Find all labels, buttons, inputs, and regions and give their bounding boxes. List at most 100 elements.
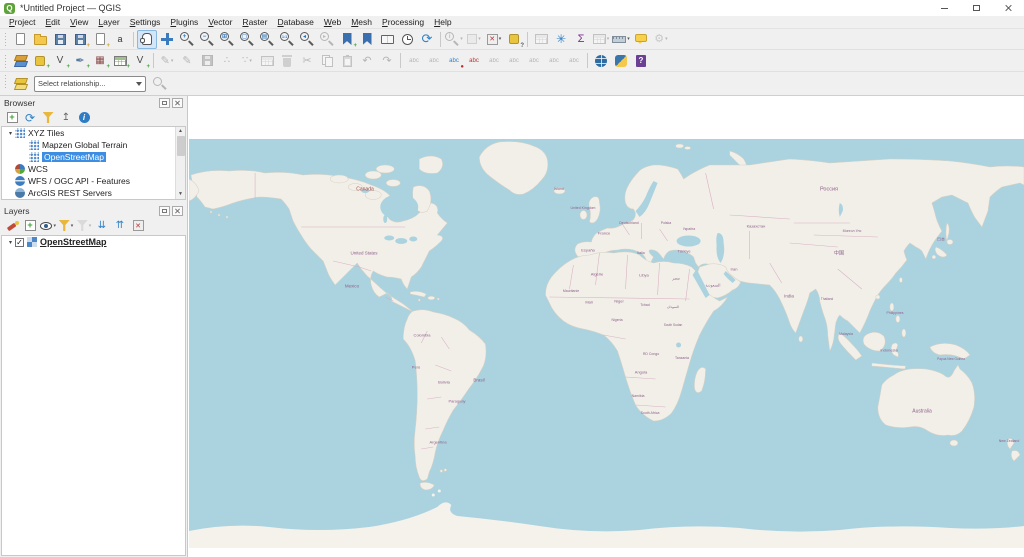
open-project-button[interactable]	[30, 30, 50, 49]
new-project-button[interactable]	[10, 30, 30, 49]
zoom-in-button[interactable]: +	[177, 30, 197, 49]
filter-legend-button[interactable]: ▾	[57, 218, 75, 234]
save-project-as-button[interactable]: +	[70, 30, 90, 49]
highlight-pinned-labels-button[interactable]: abc	[464, 51, 484, 70]
menu-help[interactable]: Help	[429, 17, 456, 27]
zoom-out-button[interactable]: −	[197, 30, 217, 49]
pin-unpin-labels-button[interactable]: abc ●	[444, 51, 464, 71]
show-style-manager-button[interactable]: a	[110, 30, 130, 49]
collapse-all-button[interactable]: ↥	[57, 110, 75, 126]
metasearch-button[interactable]	[591, 51, 611, 70]
zoom-to-selection-button[interactable]: ▢	[237, 30, 257, 49]
browser-item-arcgis-rest-servers[interactable]: ArcGIS REST Servers	[2, 187, 185, 199]
wcs-icon	[15, 164, 25, 174]
processing-toolbox-button[interactable]: ✳	[551, 30, 571, 49]
browser-item-mapzen-global-terrain[interactable]: Mapzen Global Terrain	[2, 139, 185, 151]
select-by-form-button[interactable]: ?	[504, 30, 524, 49]
menu-web[interactable]: Web	[319, 17, 346, 27]
refresh-map-button[interactable]: ⟳	[417, 30, 437, 49]
python-console-button[interactable]	[611, 51, 631, 70]
add-selected-layers-button[interactable]: +	[3, 110, 21, 126]
browser-item-wfs-ogc-api-features[interactable]: WFS / OGC API - Features	[2, 175, 185, 187]
browser-float-button[interactable]	[159, 97, 170, 108]
map-canvas[interactable]: Canada United States Mexico Colombia Perú Bol…	[189, 96, 1024, 557]
menu-settings[interactable]: Settings	[125, 17, 166, 27]
close-button[interactable]	[992, 0, 1024, 16]
filter-browser-button[interactable]	[39, 110, 57, 126]
toolbar-grip[interactable]	[4, 74, 7, 88]
help-contents-button[interactable]: ?	[631, 51, 651, 70]
menu-project[interactable]: Project	[4, 17, 40, 27]
new-mesh-layer-button[interactable]: +	[110, 51, 130, 70]
manage-map-themes-button[interactable]: ▾	[39, 218, 57, 234]
new-print-layout-button[interactable]: +	[90, 30, 110, 49]
toolbar-grip[interactable]	[4, 53, 7, 68]
new-spatialite-layer-button[interactable]: ✒ +	[70, 51, 90, 70]
vertex-tool-button: ∵ ▾	[237, 51, 257, 70]
browser-item-xyz-tiles[interactable]: ▾ XYZ Tiles	[2, 127, 185, 139]
new-geopackage-layer-button[interactable]: +	[30, 51, 50, 70]
menu-mesh[interactable]: Mesh	[346, 17, 377, 27]
browser-item-label: OpenStreetMap	[42, 152, 107, 162]
menu-edit[interactable]: Edit	[40, 17, 65, 27]
new-spatial-bookmark-button[interactable]: +	[337, 30, 357, 49]
deselect-features-button[interactable]: ✕ ▾	[484, 30, 504, 49]
annotation-tools-button: ⚙ ▾	[651, 30, 671, 49]
browser-item-wcs[interactable]: WCS	[2, 163, 185, 175]
browser-item-label: XYZ Tiles	[28, 128, 65, 138]
restore-button[interactable]	[960, 0, 992, 16]
new-shapefile-layer-button[interactable]: V +	[50, 51, 70, 70]
layer-item-openstreetmap[interactable]: ▾ ✓ OpenStreetMap	[2, 236, 185, 248]
layers-close-button[interactable]	[172, 205, 183, 216]
show-bookmark-manager-button[interactable]	[377, 30, 397, 49]
add-group-button[interactable]: +	[21, 218, 39, 234]
zoom-last-button[interactable]: ◂	[297, 30, 317, 49]
expander-icon[interactable]: ▾	[6, 130, 15, 137]
refresh-browser-button[interactable]: ⟳	[21, 110, 39, 126]
expand-all-layers-icon: ⇊	[97, 219, 107, 231]
layer-diagram-options-icon: abc	[429, 57, 439, 64]
new-temporary-scratch-layer-button[interactable]: ▦ +	[90, 51, 110, 70]
open-layer-styling-panel-button[interactable]	[3, 218, 21, 234]
titlebar: Q *Untitled Project — QGIS	[0, 0, 1024, 16]
menu-plugins[interactable]: Plugins	[165, 17, 203, 27]
zoom-to-layer-button[interactable]: ▤	[257, 30, 277, 49]
menu-layer[interactable]: Layer	[93, 17, 124, 27]
world-map[interactable]: Canada United States Mexico Colombia Perú Bol…	[189, 139, 1024, 548]
map-label: Indonesia	[880, 347, 898, 353]
scrollbar-thumb[interactable]	[176, 136, 185, 156]
menu-database[interactable]: Database	[272, 17, 318, 27]
menu-view[interactable]: View	[65, 17, 93, 27]
layers-float-button[interactable]	[159, 205, 170, 216]
layer-checkbox[interactable]: ✓	[15, 237, 24, 247]
menu-raster[interactable]: Raster	[237, 17, 272, 27]
measure-button[interactable]: ▾	[611, 30, 631, 49]
statistical-summary-button[interactable]: Σ	[571, 30, 591, 49]
map-label: 中国	[834, 250, 844, 256]
relationship-select[interactable]: Select relationship...	[34, 75, 146, 92]
relationship-layers-icon[interactable]	[10, 74, 30, 93]
new-virtual-layer-button[interactable]: V +	[130, 51, 150, 70]
map-tips-button[interactable]	[631, 30, 651, 49]
browser-close-button[interactable]	[172, 97, 183, 108]
pan-map-button[interactable]	[137, 29, 157, 49]
zoom-full-extent-button[interactable]: ⊞	[217, 30, 237, 49]
menu-vector[interactable]: Vector	[203, 17, 237, 27]
toolbar-grip[interactable]	[4, 32, 7, 46]
expand-all-layers-button[interactable]: ⇊	[93, 218, 111, 234]
remove-layer-button[interactable]: ✕	[129, 218, 147, 234]
collapse-all-layers-button[interactable]: ⇈	[111, 218, 129, 234]
pan-to-selection-button[interactable]	[157, 30, 177, 49]
manage-map-themes-icon	[40, 221, 53, 230]
temporal-controller-button[interactable]	[397, 30, 417, 49]
zoom-native-resolution-button[interactable]: 1:1	[277, 30, 297, 49]
minimize-button[interactable]	[928, 0, 960, 16]
browser-item-openstreetmap[interactable]: OpenStreetMap	[2, 151, 185, 163]
show-spatial-bookmarks-button[interactable]	[357, 30, 377, 49]
menu-processing[interactable]: Processing	[377, 17, 429, 27]
open-data-source-manager-button[interactable]	[10, 51, 30, 70]
browser-scrollbar[interactable]: ▲ ▼	[175, 127, 185, 199]
browser-properties-button[interactable]: i	[75, 110, 93, 126]
save-project-button[interactable]	[50, 30, 70, 49]
expander-icon[interactable]: ▾	[6, 239, 15, 246]
